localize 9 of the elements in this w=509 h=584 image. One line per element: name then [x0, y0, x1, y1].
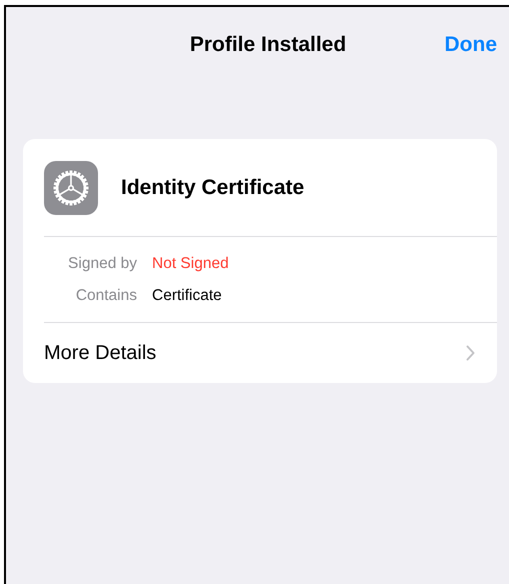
more-details-link[interactable]: More Details [44, 342, 156, 364]
profile-name: Identity Certificate [121, 176, 304, 200]
detail-value: Not Signed [152, 254, 229, 272]
screen-title: Profile Installed [188, 33, 346, 57]
detail-label: Contains [74, 286, 137, 304]
chevron-icon [466, 345, 475, 361]
gear-icon [44, 160, 98, 214]
detail-value: Certificate [152, 286, 222, 304]
detail-label: Signed by [67, 254, 137, 272]
